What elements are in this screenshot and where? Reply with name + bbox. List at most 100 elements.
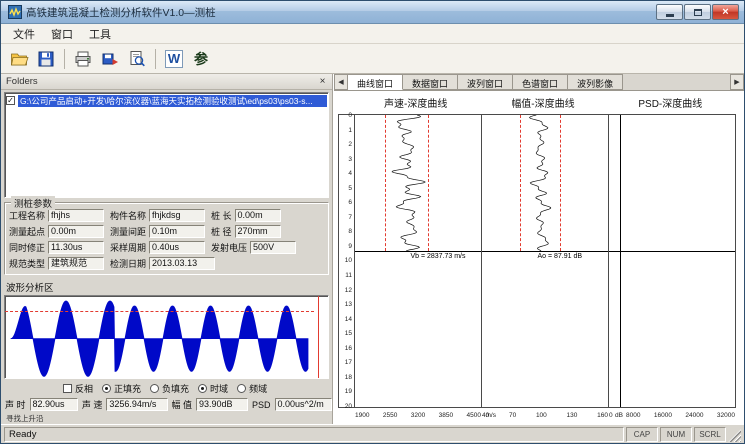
left-panel: Folders × ✓ G:\公司产品启动+开发\哈尔滨仪器\蓝海天实拓检测验收… <box>1 74 333 424</box>
reference-icon: 参 <box>194 49 208 69</box>
menu-window[interactable]: 窗口 <box>43 24 81 44</box>
tick-label: 19 <box>345 388 352 395</box>
params-row: 规范类型 建筑规范 检测日期 2013.03.13 <box>9 257 324 270</box>
tick-label: 4500 <box>467 412 481 419</box>
tick-label: 8000 <box>626 412 640 419</box>
freq-domain-radio[interactable]: 频域 <box>237 382 267 395</box>
param-value-field[interactable]: 500V <box>250 241 296 254</box>
param-value-field[interactable]: 0.00m <box>235 209 281 222</box>
fill-negative-label: 负填充 <box>162 382 189 395</box>
tick-label: 5 <box>348 185 352 192</box>
cursor-line[interactable] <box>318 296 319 378</box>
invert-label: 反相 <box>75 382 93 395</box>
tick-label: 7 <box>348 214 352 221</box>
pile-params-legend: 测桩参数 <box>11 196 55 210</box>
tab-bar: ◀ 曲线窗口 数据窗口 波列窗口 色谱窗口 波列影像 ▶ <box>334 74 744 91</box>
param-value-field[interactable]: 270mm <box>235 225 281 238</box>
export-button[interactable] <box>98 47 122 71</box>
param-label: 采样周期 <box>110 241 146 254</box>
right-panel: ◀ 曲线窗口 数据窗口 波列窗口 色谱窗口 波列影像 ▶ 声速-深度曲线 幅值-… <box>333 74 744 424</box>
param-value-field[interactable]: 11.30us <box>48 241 104 254</box>
maximize-button[interactable] <box>684 4 711 20</box>
velocity-annotation: Vb = 2837.73 m/s <box>410 253 465 260</box>
param-label: 检测日期 <box>110 257 146 270</box>
folders-title: Folders <box>6 76 38 87</box>
param-value-field[interactable]: fhjhs <box>48 209 104 222</box>
param-value-field[interactable]: 2013.03.13 <box>149 257 215 270</box>
fill-negative-radio[interactable]: 负填充 <box>150 382 189 395</box>
app-icon <box>8 5 22 19</box>
tab-curve-window[interactable]: 曲线窗口 <box>348 74 403 90</box>
print-button[interactable] <box>71 47 95 71</box>
folder-list[interactable]: ✓ G:\公司产品启动+开发\哈尔滨仪器\蓝海天实拓检测验收测试\ed\ps03… <box>4 92 329 198</box>
word-report-button[interactable]: W <box>162 47 186 71</box>
tick-label: 100 <box>536 412 547 419</box>
fill-positive-radio[interactable]: 正填充 <box>102 382 141 395</box>
chart-titles: 声速-深度曲线 幅值-深度曲线 PSD-深度曲线 <box>334 91 744 112</box>
param-value-field[interactable]: 0.10m <box>149 225 205 238</box>
invert-checkbox[interactable]: 反相 <box>63 382 93 395</box>
param-test-date: 检测日期 2013.03.13 <box>110 257 215 270</box>
open-file-button[interactable] <box>7 47 31 71</box>
param-label: 同时修正 <box>9 241 45 254</box>
menu-bar: 文件 窗口 工具 <box>1 24 744 44</box>
toolbar: W 参 <box>1 44 744 74</box>
tick-label: 0 <box>348 112 352 119</box>
tabs-scroll-left-button[interactable]: ◀ <box>334 74 348 90</box>
waveform-view[interactable] <box>4 295 329 379</box>
param-label: 工程名称 <box>9 209 45 222</box>
tick-label: 2550 <box>383 412 397 419</box>
amplitude-annotation: Ao = 87.91 dB <box>537 253 582 260</box>
fill-positive-label: 正填充 <box>114 382 141 395</box>
radio-icon <box>102 384 111 393</box>
folder-item-label[interactable]: G:\公司产品启动+开发\哈尔滨仪器\蓝海天实拓检测验收测试\ed\ps03\p… <box>18 95 327 107</box>
pile-params-group: 测桩参数 工程名称 fhjhs 构件名称 fhjkdsg 桩 长 0.00m <box>4 202 329 275</box>
amplitude-lower-bound-line <box>520 115 521 251</box>
time-domain-radio[interactable]: 时域 <box>198 382 228 395</box>
param-label: 测量起点 <box>9 225 45 238</box>
threshold-line <box>5 311 314 312</box>
params-row: 工程名称 fhjhs 构件名称 fhjkdsg 桩 长 0.00m <box>9 209 324 222</box>
tab-data-window[interactable]: 数据窗口 <box>403 74 458 90</box>
velocity-x-axis: 19002550320038504500 <box>355 412 481 419</box>
menu-file[interactable]: 文件 <box>5 24 43 44</box>
menu-tools[interactable]: 工具 <box>81 24 119 44</box>
velocity-depth-panel[interactable]: Vb = 2837.73 m/s 19002550320038504500 m/… <box>354 115 481 407</box>
print-preview-button[interactable] <box>125 47 149 71</box>
sound-speed-label: 声 速 <box>82 398 103 411</box>
param-value-field[interactable]: 0.40us <box>149 241 205 254</box>
tab-spectrum-window[interactable]: 色谱窗口 <box>513 74 568 90</box>
param-value-field[interactable]: 0.00m <box>48 225 104 238</box>
psd-depth-panel[interactable]: 08000160002400032000 <box>608 115 735 407</box>
amplitude-label: 幅 值 <box>172 398 193 411</box>
resize-grip[interactable] <box>728 429 741 442</box>
floppy-export-icon <box>101 50 119 68</box>
time-domain-label: 时域 <box>210 382 228 395</box>
maximize-icon <box>694 9 702 16</box>
psd-value: 0.00us^2/m <box>275 398 333 411</box>
title-bar[interactable]: 高铁建筑混凝土检测分析软件V1.0—测桩 × <box>1 1 744 24</box>
amplitude-depth-panel[interactable]: Ao = 87.91 dB 4070100130160 dB <box>481 115 608 407</box>
close-button[interactable]: × <box>712 4 739 20</box>
minimize-button[interactable] <box>656 4 683 20</box>
sound-time-label: 声 时 <box>5 398 26 411</box>
app-window: 高铁建筑混凝土检测分析软件V1.0—测桩 × 文件 窗口 工具 <box>0 0 745 444</box>
reference-params-button[interactable]: 参 <box>189 47 213 71</box>
save-button[interactable] <box>34 47 58 71</box>
folder-item[interactable]: ✓ G:\公司产品启动+开发\哈尔滨仪器\蓝海天实拓检测验收测试\ed\ps03… <box>6 94 327 107</box>
params-row: 测量起点 0.00m 测量间距 0.10m 桩 径 270mm <box>9 225 324 238</box>
folder-checkbox-checked[interactable]: ✓ <box>6 96 15 105</box>
param-value-field[interactable]: fhjkdsg <box>149 209 205 222</box>
tick-label: 17 <box>345 359 352 366</box>
tab-wavetrain-image[interactable]: 波列影像 <box>568 74 623 90</box>
close-icon: × <box>722 7 728 18</box>
folders-close-button[interactable]: × <box>316 76 329 88</box>
tick-label: 1900 <box>355 412 369 419</box>
psd-x-axis: 08000160002400032000 <box>609 412 735 419</box>
param-value-field[interactable]: 建筑规范 <box>48 257 104 270</box>
tick-label: 3200 <box>411 412 425 419</box>
tabs-scroll-right-button[interactable]: ▶ <box>730 74 744 90</box>
tick-label: 20 <box>345 403 352 410</box>
amplitude-upper-bound-line <box>560 115 561 251</box>
tab-wavetrain-window[interactable]: 波列窗口 <box>458 74 513 90</box>
